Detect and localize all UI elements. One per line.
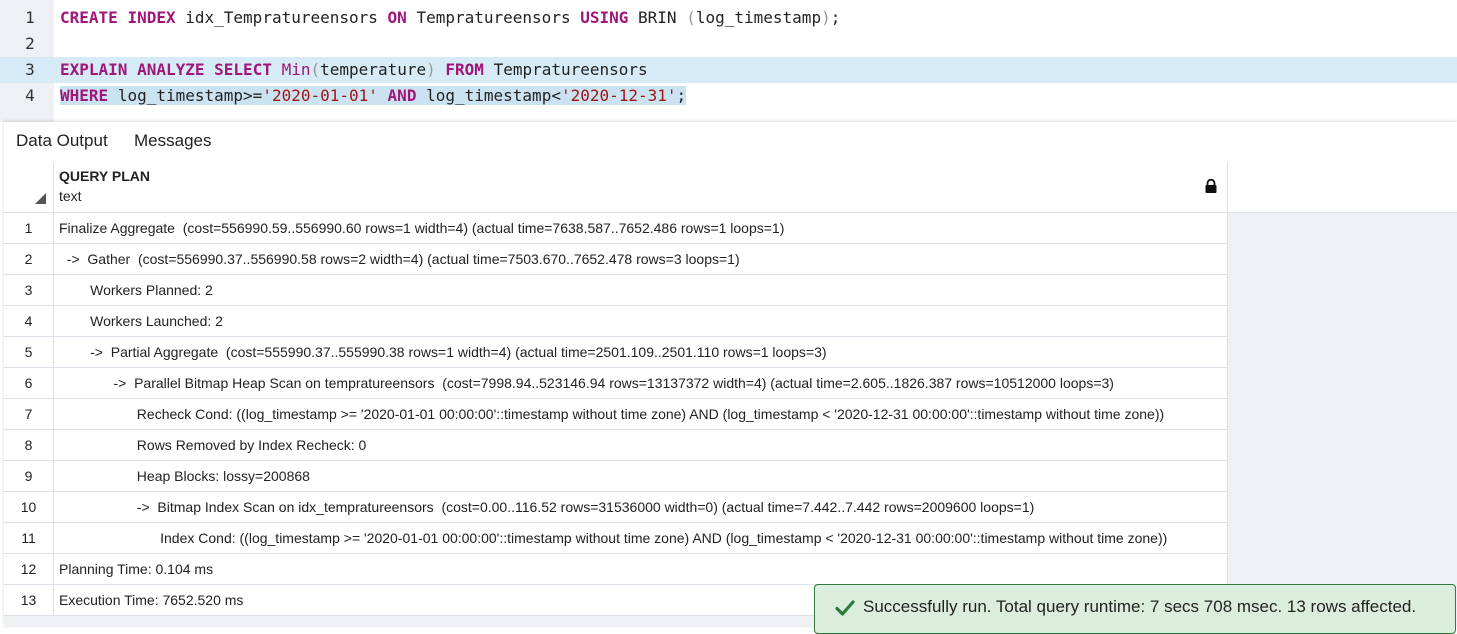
row-number: 8 — [4, 430, 54, 460]
row-number: 3 — [4, 275, 54, 305]
row-number: 4 — [4, 306, 54, 336]
tab-data-output[interactable]: Data Output — [16, 122, 108, 164]
row-number: 7 — [4, 399, 54, 429]
row-number: 6 — [4, 368, 54, 398]
corner-triangle-icon — [35, 193, 46, 204]
checkmark-icon — [835, 600, 855, 616]
tab-messages[interactable]: Messages — [134, 122, 211, 162]
row-number: 11 — [4, 523, 54, 553]
table-row[interactable]: 3 Workers Planned: 2 — [4, 275, 1228, 306]
row-number: 13 — [4, 585, 54, 615]
code-text[interactable]: EXPLAIN ANALYZE SELECT Min(temperature) … — [60, 57, 648, 83]
query-plan-cell[interactable]: Planning Time: 0.104 ms — [54, 554, 1228, 584]
column-type: text — [59, 188, 82, 204]
row-number: 9 — [4, 461, 54, 491]
column-name: QUERY PLAN — [59, 168, 151, 184]
query-plan-cell[interactable]: Rows Removed by Index Recheck: 0 — [54, 430, 1228, 460]
editor-line-1[interactable]: 1 CREATE INDEX idx_Tempratureensors ON T… — [0, 5, 1457, 31]
table-row[interactable]: 11 Index Cond: ((log_timestamp >= '2020-… — [4, 523, 1228, 554]
lock-icon — [1205, 179, 1217, 193]
query-plan-cell[interactable]: Finalize Aggregate (cost=556990.59..5569… — [54, 213, 1228, 243]
table-row[interactable]: 6 -> Parallel Bitmap Heap Scan on tempra… — [4, 368, 1228, 399]
table-row[interactable]: 7 Recheck Cond: ((log_timestamp >= '2020… — [4, 399, 1228, 430]
row-number: 2 — [4, 244, 54, 274]
query-plan-cell[interactable]: -> Gather (cost=556990.37..556990.58 row… — [54, 244, 1228, 274]
line-number: 3 — [0, 57, 54, 83]
code-text[interactable]: CREATE INDEX idx_Tempratureensors ON Tem… — [60, 5, 840, 31]
row-number: 10 — [4, 492, 54, 522]
data-grid[interactable]: QUERY PLAN text 1 Finalize Aggregate (cos… — [4, 162, 1457, 627]
table-row[interactable]: 4 Workers Launched: 2 — [4, 306, 1228, 337]
query-plan-cell[interactable]: -> Partial Aggregate (cost=555990.37..55… — [54, 337, 1228, 367]
column-header-query-plan[interactable]: QUERY PLAN text — [54, 162, 1228, 212]
query-plan-cell[interactable]: Workers Launched: 2 — [54, 306, 1228, 336]
query-plan-cell[interactable]: Heap Blocks: lossy=200868 — [54, 461, 1228, 491]
line-number: 2 — [25, 34, 35, 53]
table-row[interactable]: 9 Heap Blocks: lossy=200868 — [4, 461, 1228, 492]
row-number: 5 — [4, 337, 54, 367]
line-number: 4 — [0, 83, 54, 109]
table-row[interactable]: 10 -> Bitmap Index Scan on idx_tempratur… — [4, 492, 1228, 523]
table-row[interactable]: 5 -> Partial Aggregate (cost=555990.37..… — [4, 337, 1228, 368]
query-plan-cell[interactable]: Index Cond: ((log_timestamp >= '2020-01-… — [54, 523, 1228, 553]
code-text[interactable]: WHERE log_timestamp>='2020-01-01' AND lo… — [60, 83, 687, 109]
table-row[interactable]: 12 Planning Time: 0.104 ms — [4, 554, 1228, 585]
results-panel: Data Output Messages QUERY PLAN text 1 Fi… — [4, 122, 1457, 627]
notification-message: Successfully run. Total query runtime: 7… — [863, 597, 1417, 616]
table-row[interactable]: 2 -> Gather (cost=556990.37..556990.58 r… — [4, 244, 1228, 275]
results-tabs: Data Output Messages — [4, 122, 1457, 164]
line-number: 1 — [25, 8, 35, 27]
grid-header: QUERY PLAN text — [4, 162, 1457, 213]
sql-editor[interactable]: 1 CREATE INDEX idx_Tempratureensors ON T… — [0, 0, 1457, 122]
query-plan-cell[interactable]: -> Bitmap Index Scan on idx_tempratureen… — [54, 492, 1228, 522]
editor-line-2[interactable]: 2 — [0, 31, 1457, 57]
query-plan-cell[interactable]: Workers Planned: 2 — [54, 275, 1228, 305]
editor-line-3[interactable]: 3 EXPLAIN ANALYZE SELECT Min(temperature… — [0, 57, 1457, 83]
query-plan-cell[interactable]: -> Parallel Bitmap Heap Scan on tempratu… — [54, 368, 1228, 398]
table-row[interactable]: 1 Finalize Aggregate (cost=556990.59..556… — [4, 213, 1228, 244]
table-row[interactable]: 8 Rows Removed by Index Recheck: 0 — [4, 430, 1228, 461]
row-number: 1 — [4, 213, 54, 243]
row-number: 12 — [4, 554, 54, 584]
select-all-corner[interactable] — [4, 162, 54, 212]
query-plan-cell[interactable]: Recheck Cond: ((log_timestamp >= '2020-0… — [54, 399, 1228, 429]
editor-line-4[interactable]: 4 WHERE log_timestamp>='2020-01-01' AND … — [0, 83, 1457, 109]
